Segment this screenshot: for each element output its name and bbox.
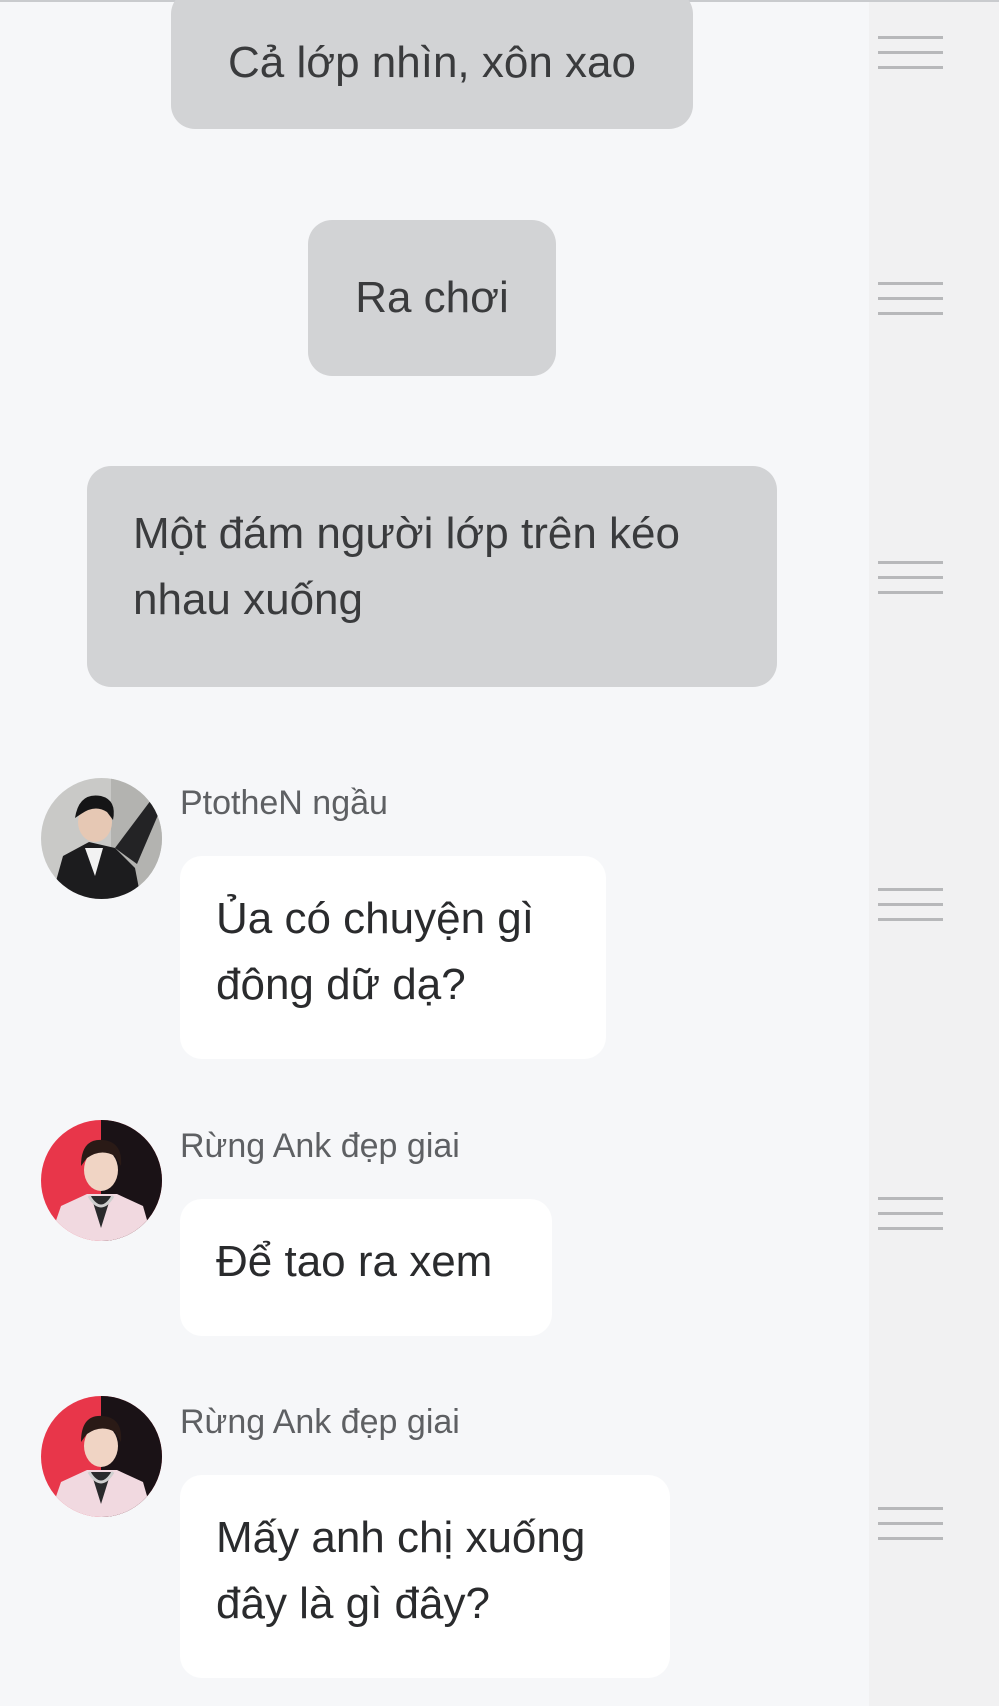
- message-bubble[interactable]: Để tao ra xem: [180, 1199, 552, 1336]
- message-text: Để tao ra xem: [216, 1237, 493, 1286]
- reorder-rail: [869, 0, 999, 1706]
- message-bubble[interactable]: Ủa có chuyện gì đông dữ dạ?: [180, 856, 606, 1059]
- sender-name: Rừng Ank đẹp giai: [180, 1403, 460, 1441]
- narration-bubble[interactable]: Ra chơi: [308, 220, 556, 376]
- drag-handle-icon[interactable]: [878, 561, 943, 595]
- drag-handle-icon[interactable]: [878, 36, 943, 70]
- avatar[interactable]: [41, 1396, 162, 1517]
- avatar[interactable]: [41, 1120, 162, 1241]
- message-text: Ủa có chuyện gì đông dữ dạ?: [216, 894, 534, 1009]
- narration-bubble[interactable]: Một đám người lớp trên kéo nhau xuống: [87, 466, 777, 687]
- message-text: Mấy anh chị xuống đây là gì đây?: [216, 1513, 586, 1628]
- drag-handle-icon[interactable]: [878, 1507, 943, 1541]
- drag-handle-icon[interactable]: [878, 1197, 943, 1231]
- narration-text: Cả lớp nhìn, xôn xao: [228, 38, 636, 87]
- narration-text: Một đám người lớp trên kéo nhau xuống: [133, 509, 680, 624]
- drag-handle-icon[interactable]: [878, 888, 943, 922]
- drag-handle-icon[interactable]: [878, 282, 943, 316]
- narration-text: Ra chơi: [355, 273, 509, 322]
- avatar[interactable]: [41, 778, 162, 899]
- message-bubble[interactable]: Mấy anh chị xuống đây là gì đây?: [180, 1475, 670, 1678]
- sender-name: Rừng Ank đẹp giai: [180, 1127, 460, 1165]
- narration-bubble[interactable]: Cả lớp nhìn, xôn xao: [171, 0, 693, 129]
- sender-name: PtotheN ngầu: [180, 784, 388, 822]
